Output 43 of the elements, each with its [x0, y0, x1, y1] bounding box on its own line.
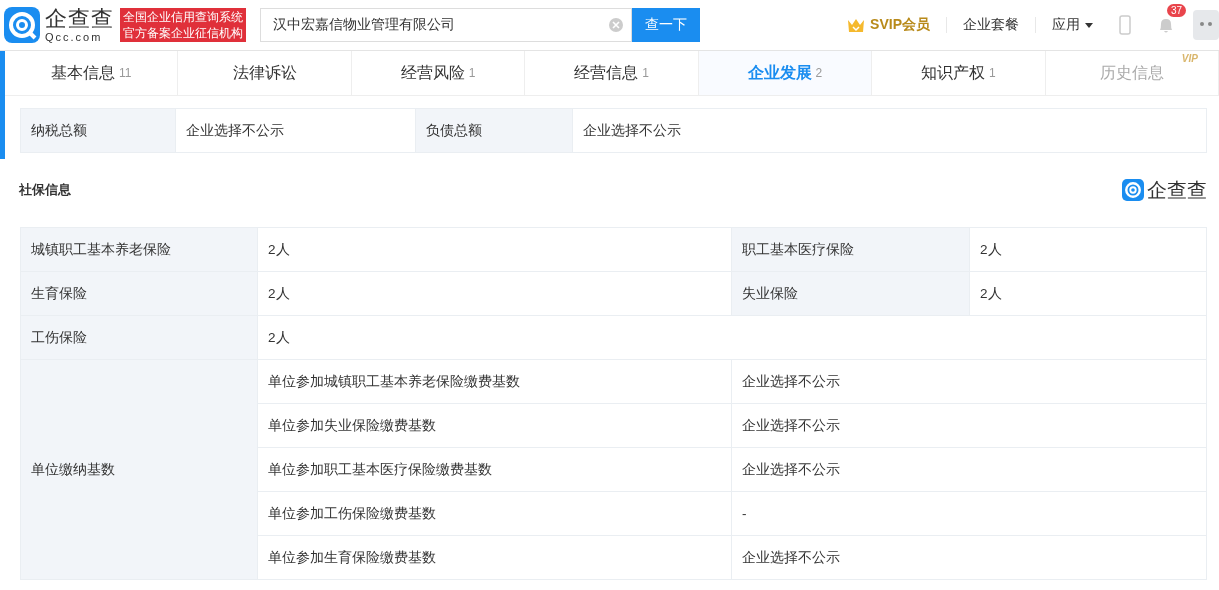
field-value: 2人	[969, 271, 1207, 316]
logo-domain: Qcc.com	[45, 31, 104, 43]
field-label: 单位参加工伤保险缴费基数	[257, 491, 732, 536]
phone-icon[interactable]	[1119, 15, 1131, 35]
logo-icon	[1122, 179, 1144, 201]
field-label: 单位缴纳基数	[20, 359, 258, 580]
notification-badge: 37	[1167, 4, 1187, 17]
crown-icon	[847, 17, 866, 33]
field-label: 城镇职工基本养老保险	[20, 227, 258, 272]
field-value: 企业选择不公示	[731, 359, 1207, 404]
field-value: 企业选择不公示	[175, 108, 416, 153]
clear-icon[interactable]	[608, 17, 624, 33]
field-value: 企业选择不公示	[731, 403, 1207, 448]
logo-name: 企查查	[45, 7, 114, 30]
field-label: 单位参加城镇职工基本养老保险缴费基数	[257, 359, 732, 404]
field-label: 单位参加职工基本医疗保险缴费基数	[257, 447, 732, 492]
field-label: 单位参加失业保险缴费基数	[257, 403, 732, 448]
field-label: 单位参加生育保险缴费基数	[257, 535, 732, 580]
field-value: 企业选择不公示	[731, 447, 1207, 492]
field-value: 2人	[969, 227, 1207, 272]
field-label: 职工基本医疗保险	[731, 227, 970, 272]
avatar-icon[interactable]	[1193, 10, 1219, 40]
field-value: -	[731, 491, 1207, 536]
bell-icon[interactable]	[1157, 16, 1175, 34]
field-value: 2人	[257, 315, 1207, 360]
slogan-banner: 全国企业信用查询系统 官方备案企业征信机构	[120, 8, 246, 42]
section-title: 社保信息	[19, 181, 71, 199]
field-value: 2人	[257, 271, 732, 316]
vip-label: VIP	[1181, 53, 1198, 64]
brand-name: 企查查	[1147, 177, 1207, 203]
field-value: 企业选择不公示	[572, 108, 1207, 153]
field-value: 2人	[257, 227, 732, 272]
field-label: 负债总额	[415, 108, 573, 153]
field-label: 失业保险	[731, 271, 970, 316]
nav-menu[interactable]: 应用	[1046, 12, 1099, 38]
search-field[interactable]: 汉中宏嘉信物业管理有限公司	[260, 8, 632, 42]
caret-icon	[1085, 22, 1093, 28]
nav-link[interactable]: 企业套餐	[957, 12, 1025, 38]
logo-icon	[4, 7, 40, 43]
field-label: 生育保险	[20, 271, 258, 316]
field-value: 企业选择不公示	[731, 535, 1207, 580]
field-label: 纳税总额	[20, 108, 176, 153]
field-label: 工伤保险	[20, 315, 258, 360]
